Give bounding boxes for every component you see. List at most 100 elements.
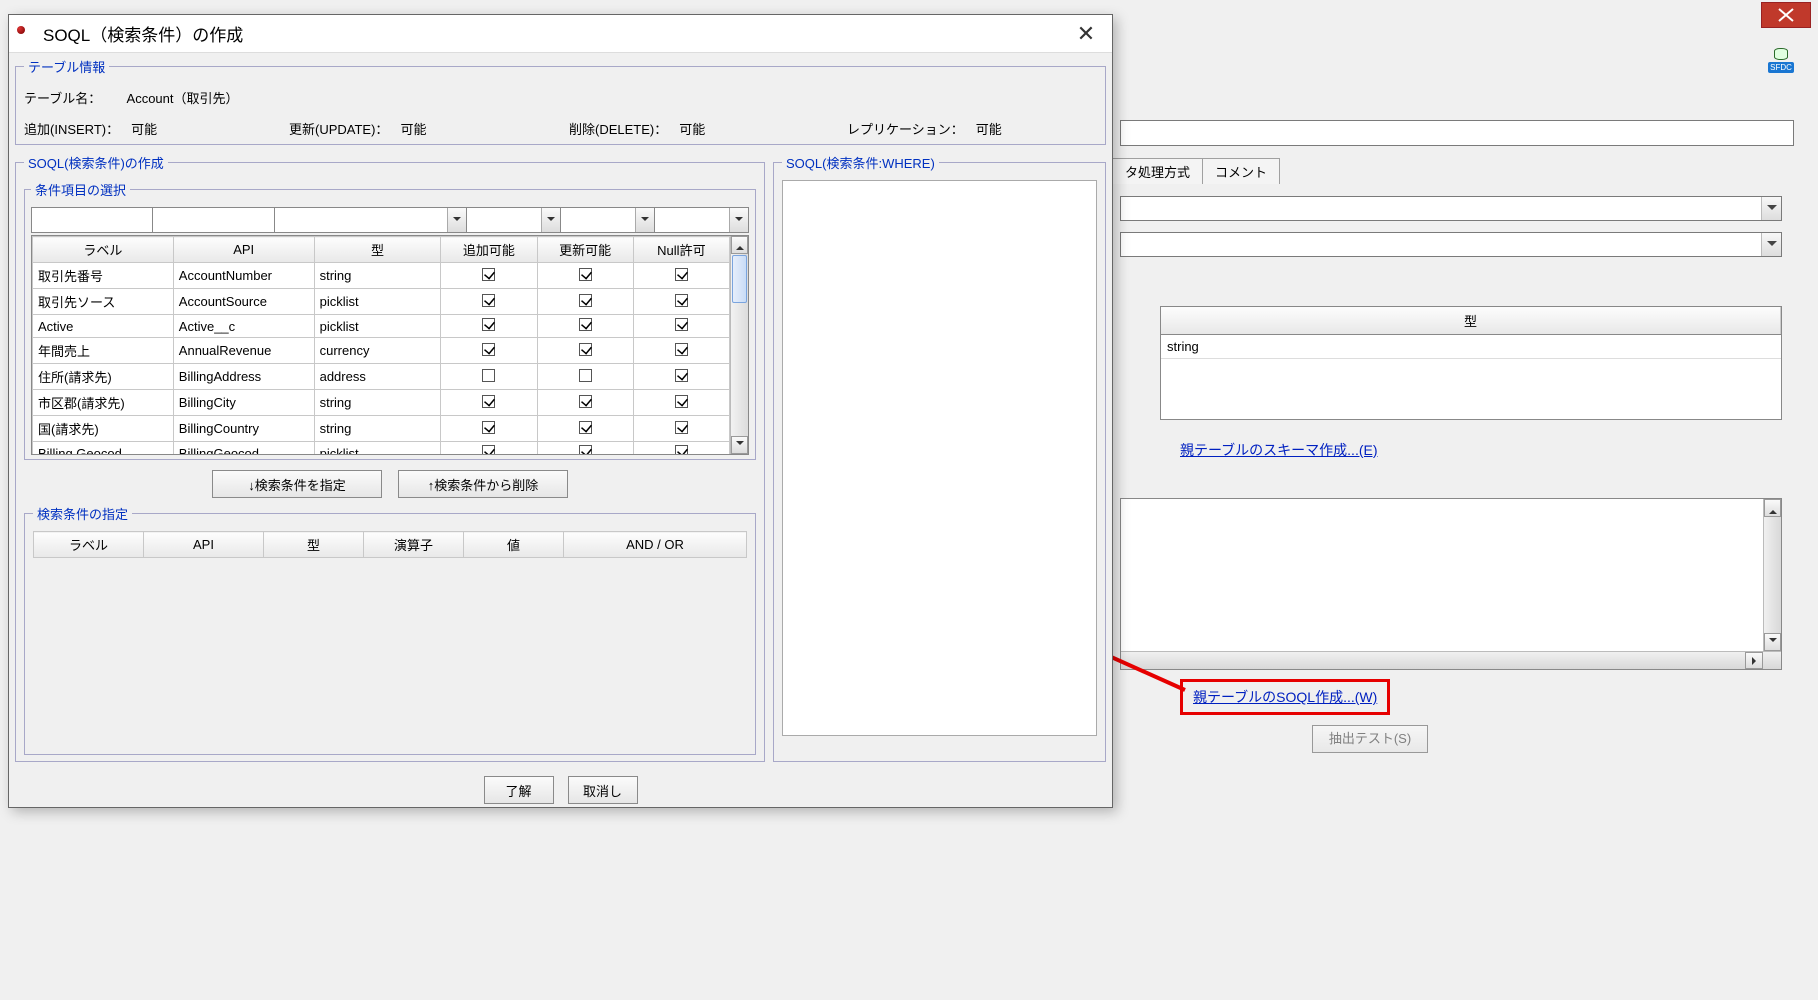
soql-where-group: SOQL(検索条件:WHERE) bbox=[773, 153, 1106, 762]
cell-label: 市区郡(請求先) bbox=[33, 390, 174, 416]
checkbox-icon bbox=[675, 343, 688, 356]
table-row[interactable]: 取引先番号AccountNumberstring bbox=[33, 263, 730, 289]
cell-api: AccountSource bbox=[173, 289, 314, 315]
bg-path-input[interactable] bbox=[1120, 120, 1794, 146]
scroll-right-icon[interactable] bbox=[1745, 652, 1763, 669]
cell-add bbox=[441, 315, 537, 338]
spec-th-api[interactable]: API bbox=[144, 532, 264, 558]
cell-type: picklist bbox=[314, 315, 441, 338]
criteria-spec-group: 検索条件の指定 ラベル API 型 演算子 値 AND / OR bbox=[24, 504, 756, 755]
cell-upd bbox=[537, 442, 633, 456]
sfdc-icon[interactable]: SFDC bbox=[1766, 48, 1796, 74]
bg-scrollbar-vertical[interactable] bbox=[1763, 499, 1781, 651]
th-type[interactable]: 型 bbox=[314, 237, 441, 263]
bg-scrollbar-horizontal[interactable] bbox=[1121, 651, 1781, 669]
spec-th-op[interactable]: 演算子 bbox=[364, 532, 464, 558]
parent-close-button[interactable] bbox=[1762, 3, 1810, 27]
table-row[interactable]: 取引先ソースAccountSourcepicklist bbox=[33, 289, 730, 315]
bg-td-type: string bbox=[1161, 335, 1781, 358]
filter-updatable[interactable] bbox=[561, 207, 655, 233]
checkbox-icon bbox=[675, 421, 688, 434]
bg-dropdown-2[interactable] bbox=[1120, 232, 1782, 257]
table-row[interactable]: Billing Geocod...BillingGeocod...picklis… bbox=[33, 442, 730, 456]
cell-upd bbox=[537, 263, 633, 289]
spec-th-andor[interactable]: AND / OR bbox=[564, 532, 747, 558]
cell-api: AnnualRevenue bbox=[173, 338, 314, 364]
th-api[interactable]: API bbox=[173, 237, 314, 263]
checkbox-icon bbox=[482, 294, 495, 307]
add-criteria-button[interactable]: ↓検索条件を指定 bbox=[212, 470, 382, 498]
remove-criteria-button[interactable]: ↑検索条件から削除 bbox=[398, 470, 568, 498]
spec-th-type[interactable]: 型 bbox=[264, 532, 364, 558]
scroll-thumb[interactable] bbox=[732, 255, 747, 303]
cell-upd bbox=[537, 315, 633, 338]
cell-type: string bbox=[314, 263, 441, 289]
table-row[interactable]: 住所(請求先)BillingAddressaddress bbox=[33, 364, 730, 390]
cell-api: AccountNumber bbox=[173, 263, 314, 289]
spec-th-value[interactable]: 値 bbox=[464, 532, 564, 558]
table-row[interactable]: ActiveActive__cpicklist bbox=[33, 315, 730, 338]
cell-label: 年間売上 bbox=[33, 338, 174, 364]
filter-type[interactable] bbox=[275, 207, 467, 233]
val-update: 可能 bbox=[400, 119, 426, 138]
link-parent-soql[interactable]: 親テーブルのSOQL作成...(W) bbox=[1193, 689, 1377, 705]
checkbox-icon bbox=[675, 318, 688, 331]
checkbox-icon bbox=[579, 395, 592, 408]
filter-api[interactable] bbox=[153, 207, 275, 233]
tab-data-method[interactable]: タ処理方式 bbox=[1112, 158, 1203, 184]
cell-upd bbox=[537, 338, 633, 364]
val-delete: 可能 bbox=[679, 119, 705, 138]
th-null[interactable]: Null許可 bbox=[633, 237, 729, 263]
checkbox-icon bbox=[675, 369, 688, 382]
ok-button[interactable]: 了解 bbox=[484, 776, 554, 804]
soql-create-group: SOQL(検索条件)の作成 条件項目の選択 bbox=[15, 153, 765, 762]
chevron-down-icon bbox=[635, 208, 654, 232]
spec-th-label[interactable]: ラベル bbox=[34, 532, 144, 558]
cell-api: BillingCountry bbox=[173, 416, 314, 442]
th-label[interactable]: ラベル bbox=[33, 237, 174, 263]
cell-null bbox=[633, 338, 729, 364]
field-select-group: 条件項目の選択 bbox=[24, 180, 756, 460]
bg-dropdown-1[interactable] bbox=[1120, 196, 1782, 221]
cell-null bbox=[633, 390, 729, 416]
cell-label: 住所(請求先) bbox=[33, 364, 174, 390]
soql-where-legend: SOQL(検索条件:WHERE) bbox=[782, 153, 939, 172]
th-upd[interactable]: 更新可能 bbox=[537, 237, 633, 263]
cell-type: address bbox=[314, 364, 441, 390]
cell-null bbox=[633, 442, 729, 456]
checkbox-icon bbox=[579, 445, 592, 455]
extract-test-button[interactable]: 抽出テスト(S) bbox=[1312, 725, 1428, 753]
scroll-down-icon[interactable] bbox=[731, 436, 748, 454]
checkbox-icon bbox=[675, 395, 688, 408]
filter-label[interactable] bbox=[31, 207, 153, 233]
lbl-insert: 追加(INSERT)： bbox=[24, 119, 119, 138]
filter-nullable[interactable] bbox=[655, 207, 749, 233]
criteria-spec-body[interactable] bbox=[33, 558, 747, 748]
grid-scrollbar[interactable] bbox=[730, 236, 748, 454]
close-button[interactable]: ✕ bbox=[1066, 19, 1106, 49]
cell-add bbox=[441, 338, 537, 364]
cell-label: Active bbox=[33, 315, 174, 338]
sfdc-label: SFDC bbox=[1768, 62, 1794, 73]
tab-comment[interactable]: コメント bbox=[1203, 158, 1280, 184]
table-row[interactable]: 国(請求先)BillingCountrystring bbox=[33, 416, 730, 442]
scroll-up-icon[interactable] bbox=[731, 236, 748, 254]
table-row[interactable]: 年間売上AnnualRevenuecurrency bbox=[33, 338, 730, 364]
scroll-up-icon[interactable] bbox=[1764, 499, 1781, 517]
table-row[interactable]: 市区郡(請求先)BillingCitystring bbox=[33, 390, 730, 416]
scroll-down-icon[interactable] bbox=[1764, 633, 1781, 651]
link-parent-schema[interactable]: 親テーブルのスキーマ作成...(E) bbox=[1180, 440, 1378, 460]
lbl-replication: レプリケーション： bbox=[847, 119, 964, 138]
th-add[interactable]: 追加可能 bbox=[441, 237, 537, 263]
cell-api: BillingAddress bbox=[173, 364, 314, 390]
bg-textarea[interactable] bbox=[1120, 498, 1782, 670]
where-textarea[interactable] bbox=[782, 180, 1097, 736]
table-info-group: テーブル情報 テーブル名： Account（取引先） 追加(INSERT)： 可… bbox=[15, 57, 1106, 145]
highlighted-link-box: 親テーブルのSOQL作成...(W) bbox=[1180, 679, 1390, 715]
cancel-button[interactable]: 取消し bbox=[568, 776, 638, 804]
bg-schema-table: 型 string bbox=[1160, 306, 1782, 420]
dialog-title: SOQL（検索条件）の作成 bbox=[43, 21, 243, 46]
cell-null bbox=[633, 315, 729, 338]
filter-addable[interactable] bbox=[467, 207, 561, 233]
cell-api: Active__c bbox=[173, 315, 314, 338]
